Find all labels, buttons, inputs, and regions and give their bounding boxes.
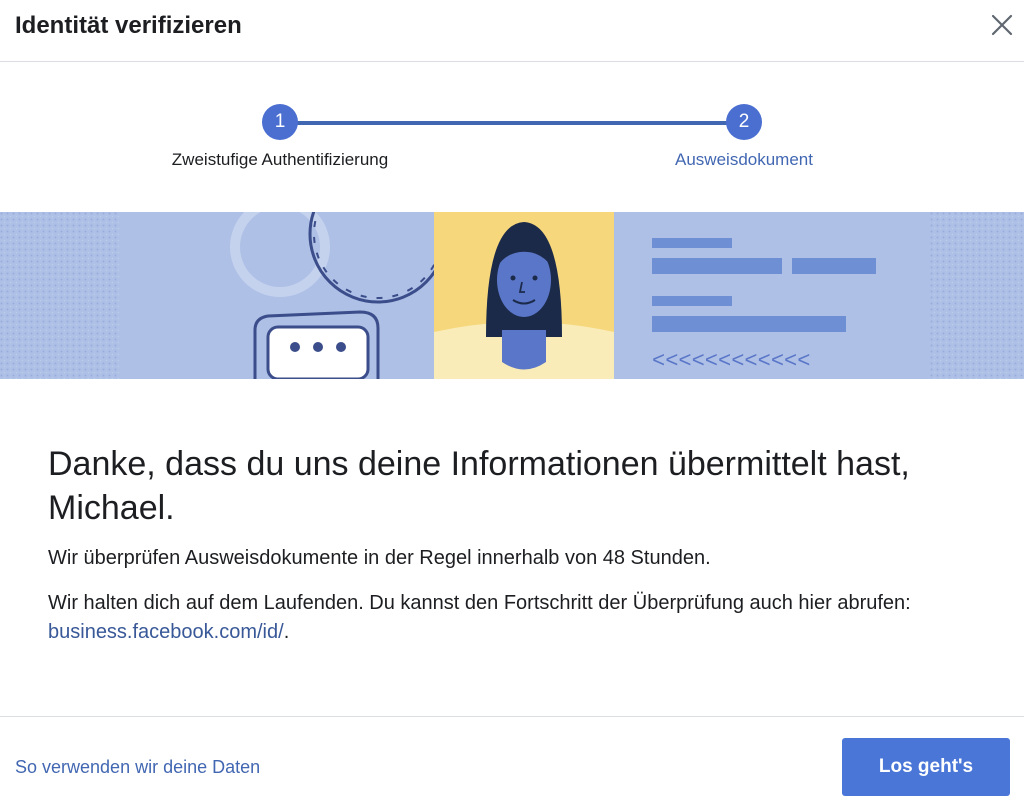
step-2-indicator: 2 [726,104,762,140]
close-icon [991,14,1013,36]
step-2-label: Ausweisdokument [675,150,813,169]
step-1-indicator: 1 [262,104,298,140]
step-connector-line [280,121,744,125]
step-1-label: Zweistufige Authentifizierung [171,150,389,169]
business-id-link[interactable]: business.facebook.com/id/ [48,621,284,643]
confirmation-heading: Danke, dass du uns deine Informationen ü… [48,445,910,527]
dialog-title: Identität verifizieren [15,12,242,39]
id-document-illustration: <<<<<<<<<<<< [0,212,1024,379]
progress-stepper: 1 2 Zweistufige Authentifizierung Auswei… [0,62,1024,212]
progress-info-prefix: Wir halten dich auf dem Laufenden. Du ka… [48,592,911,614]
review-time-text: Wir überprüfen Ausweisdokumente in der R… [48,547,711,569]
id-card-illustration: <<<<<<<<<<<< [0,212,1024,379]
get-started-button[interactable]: Los geht's [842,738,1010,796]
progress-info-suffix: . [283,621,290,643]
mrz-text: <<<<<<<<<<<< [652,349,810,374]
data-policy-link[interactable]: So verwenden wir deine Daten [15,757,260,778]
confirmation-content: Danke, dass du uns deine Informationen ü… [48,442,978,663]
dialog-footer: So verwenden wir deine Daten Los geht's [0,716,1024,803]
close-button[interactable] [985,8,1019,42]
dialog-header: Identität verifizieren [0,0,1024,62]
progress-info-text: Wir halten dich auf dem Laufenden. Du ka… [48,589,978,647]
